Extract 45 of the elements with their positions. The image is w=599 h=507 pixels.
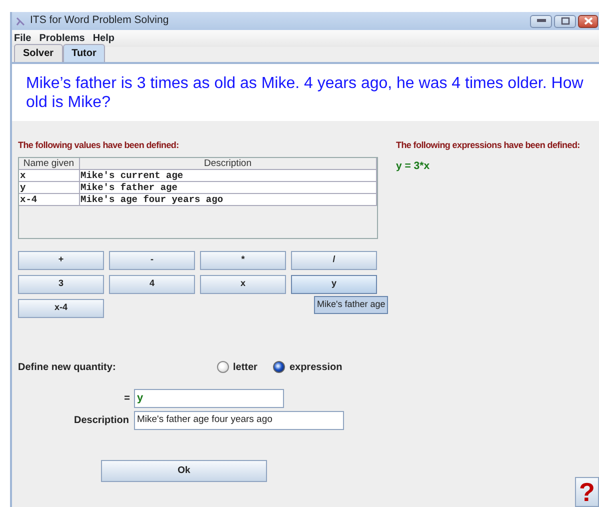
expression-text: y = 3*x	[396, 158, 431, 174]
table-cell: y	[19, 181, 79, 193]
tooltip: Mike's father age	[314, 296, 388, 314]
column-header: Description	[79, 158, 376, 169]
column-header: Name given	[19, 158, 79, 169]
expression-field[interactable]: y	[134, 388, 284, 408]
equals-label: =	[123, 392, 131, 406]
menu-item[interactable]: Help	[92, 31, 114, 46]
close-button[interactable]	[578, 14, 598, 28]
table-cell: x-4	[19, 193, 79, 205]
keypad-button[interactable]: /	[291, 250, 377, 270]
problem-text: Mike’s father is 3 times as old as Mike. 4 years ago, he was 4 times older. How old is Mike?	[12, 64, 599, 121]
table-cell: Mike's current age	[79, 169, 376, 181]
table-cell: x	[19, 169, 79, 181]
keypad-button[interactable]: -	[109, 250, 195, 270]
menu-item[interactable]: File	[14, 31, 32, 46]
section-heading: The following expressions have been defined:	[396, 139, 581, 152]
minimize-icon	[536, 19, 546, 23]
option-label[interactable]: letter	[233, 360, 258, 374]
tab[interactable]: Solver	[14, 44, 63, 62]
option-label[interactable]: expression	[289, 360, 342, 374]
close-icon	[584, 17, 592, 25]
menu-item[interactable]: Problems	[39, 31, 85, 46]
radio-button[interactable]	[273, 361, 286, 373]
keypad-button[interactable]: +	[18, 250, 104, 270]
tab[interactable]: Tutor	[62, 44, 106, 62]
keypad-button[interactable]: y	[291, 274, 377, 294]
keypad-button[interactable]: 3	[18, 274, 104, 294]
maximize-button[interactable]	[554, 14, 576, 28]
minimize-button[interactable]	[530, 14, 552, 28]
table-cell: Mike's father age	[79, 181, 376, 193]
table-cell: Mike's age four years ago	[79, 193, 376, 205]
maximize-icon	[560, 17, 570, 25]
radio-button[interactable]	[217, 361, 229, 373]
keypad-button[interactable]: x	[200, 274, 286, 294]
section-heading: The following values have been defined:	[18, 139, 180, 152]
keypad-button[interactable]: x-4	[18, 298, 104, 318]
keypad-button[interactable]: 4	[109, 274, 195, 294]
window-title: ITS for Word Problem Solving	[30, 13, 169, 28]
help-button[interactable]: ?	[575, 477, 599, 507]
description-label: Description	[72, 414, 130, 428]
keypad-button[interactable]: *	[200, 250, 286, 270]
ok-button[interactable]: Ok	[101, 460, 267, 482]
description-field[interactable]: Mike's father age four years ago	[134, 410, 344, 430]
define-label: Define new quantity:	[18, 360, 117, 374]
